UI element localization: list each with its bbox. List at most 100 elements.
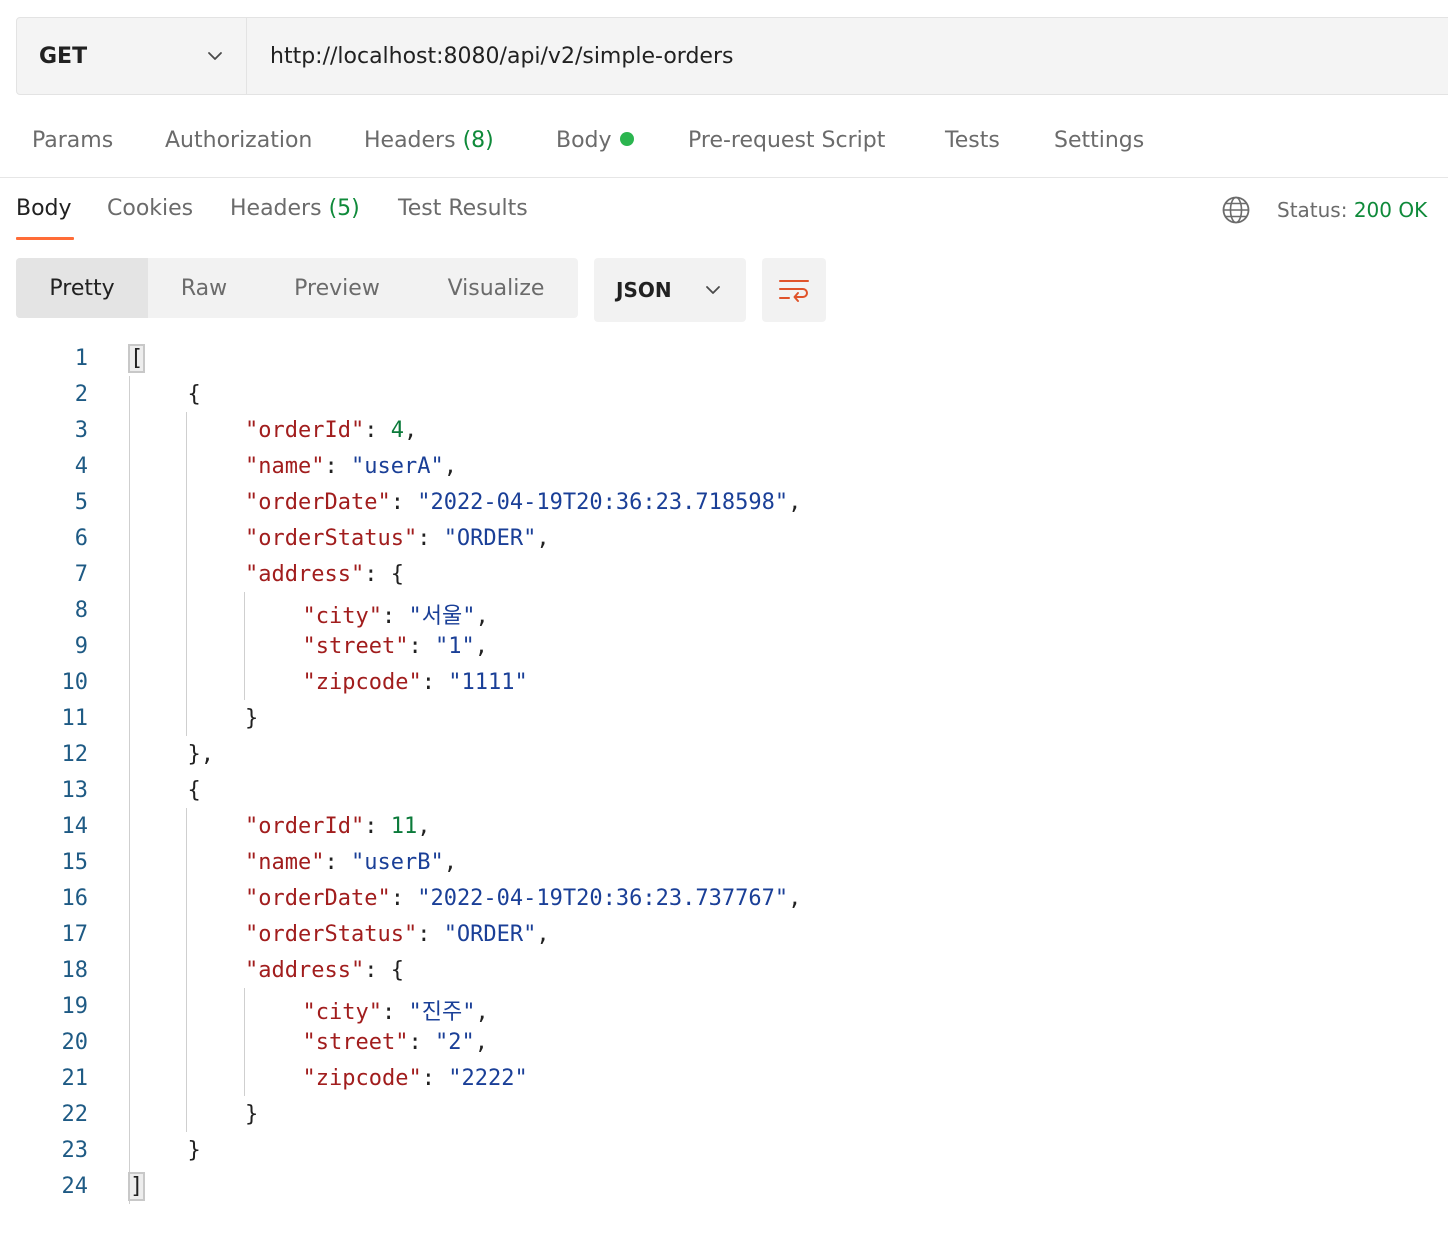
tab-label: Authorization	[165, 128, 313, 153]
view-mode-label: Preview	[294, 275, 380, 301]
tab-settings[interactable]: Settings	[1054, 128, 1144, 153]
code-text: "city": "서울",	[303, 598, 489, 630]
view-mode-visualize[interactable]: Visualize	[414, 258, 578, 318]
request-tabs: Params Authorization Headers (8) Body Pr…	[0, 110, 1448, 178]
json-string: "ORDER"	[443, 526, 537, 551]
tab-prerequest-script[interactable]: Pre-request Script	[688, 128, 885, 153]
code-text: "street": "1",	[303, 634, 488, 659]
view-mode-preview[interactable]: Preview	[260, 258, 414, 318]
method-select[interactable]: GET	[17, 18, 247, 94]
json-punct: ]	[127, 1172, 146, 1201]
code-line: 23}	[0, 1134, 1448, 1170]
json-punct: ,	[536, 526, 550, 551]
wrap-lines-button[interactable]	[762, 258, 826, 322]
json-string: "2"	[434, 1030, 475, 1055]
code-text: "orderDate": "2022-04-19T20:36:23.737767…	[245, 886, 801, 911]
code-text: "zipcode": "2222"	[303, 1066, 528, 1091]
json-punct: }	[245, 1102, 259, 1127]
code-text: "zipcode": "1111"	[303, 670, 528, 695]
code-text: "orderStatus": "ORDER",	[245, 526, 550, 551]
response-body-editor[interactable]: 1[2{3 "orderId": 4, 4 "name": "userA", 5 "ord…	[0, 342, 1448, 1222]
tab-params[interactable]: Params	[32, 128, 113, 153]
code-line: 9 "street": "1",	[0, 630, 1448, 666]
format-label: JSON	[616, 278, 672, 302]
json-punct: ,	[475, 1000, 489, 1025]
view-mode-segment: Pretty Raw Preview Visualize	[16, 258, 578, 318]
json-key: "city"	[302, 1000, 382, 1025]
json-number: 4	[390, 418, 404, 443]
code-line: 21 "zipcode": "2222"	[0, 1062, 1448, 1098]
url-text: http://localhost:8080/api/v2/simple-orde…	[270, 43, 734, 69]
line-number: 12	[61, 742, 89, 767]
code-line: 17 "orderStatus": "ORDER",	[0, 918, 1448, 954]
format-select[interactable]: JSON	[594, 258, 746, 322]
tab-label: Body	[556, 128, 612, 153]
json-punct: :	[417, 922, 444, 947]
line-number: 7	[74, 562, 88, 587]
tab-label: Pre-request Script	[688, 128, 886, 153]
json-string: "userB"	[350, 850, 444, 875]
json-punct: : {	[364, 562, 404, 587]
json-key: "zipcode"	[302, 670, 422, 695]
tab-label: Test Results	[398, 196, 528, 221]
json-punct: },	[187, 742, 215, 767]
json-number: 11	[390, 814, 418, 839]
json-punct: ,	[443, 454, 457, 479]
code-line: 20 "street": "2",	[0, 1026, 1448, 1062]
line-number: 14	[61, 814, 89, 839]
json-punct: :	[408, 634, 435, 659]
url-input[interactable]: http://localhost:8080/api/v2/simple-orde…	[247, 18, 1448, 94]
json-punct: ,	[788, 490, 802, 515]
response-status: Status: 200 OK	[1277, 198, 1427, 222]
body-indicator-dot	[619, 132, 634, 146]
code-line: 12},	[0, 738, 1448, 774]
code-line: 4 "name": "userA",	[0, 450, 1448, 486]
status-value: 200 OK	[1353, 198, 1428, 222]
response-tab-body[interactable]: Body	[16, 196, 72, 221]
json-punct: ,	[443, 850, 457, 875]
response-tabs: Body Cookies Headers (5) Test Results St…	[0, 178, 1448, 244]
tab-headers[interactable]: Headers (8)	[364, 128, 494, 153]
code-text: "orderId": 4,	[245, 418, 417, 443]
json-key: "city"	[302, 604, 382, 629]
json-string: "ORDER"	[443, 922, 537, 947]
code-text: "name": "userA",	[245, 454, 457, 479]
code-text: "orderStatus": "ORDER",	[245, 922, 550, 947]
line-number: 4	[74, 454, 88, 479]
chevron-down-icon	[208, 52, 222, 60]
line-number: 15	[61, 850, 89, 875]
view-mode-pretty[interactable]: Pretty	[16, 258, 148, 318]
json-punct: {	[187, 382, 201, 407]
json-string: "1"	[434, 634, 475, 659]
code-line: 1[	[0, 342, 1448, 378]
json-string: "2022-04-19T20:36:23.718598"	[417, 490, 789, 515]
response-tab-headers[interactable]: Headers (5)	[230, 196, 360, 221]
json-key: "name"	[245, 850, 325, 875]
response-tab-cookies[interactable]: Cookies	[107, 196, 193, 221]
json-string: "userA"	[350, 454, 444, 479]
json-punct: ,	[475, 604, 489, 629]
json-key: "street"	[302, 1030, 409, 1055]
globe-icon[interactable]	[1221, 195, 1251, 225]
code-line: 7 "address": {	[0, 558, 1448, 594]
line-number: 17	[61, 922, 89, 947]
json-key: "zipcode"	[302, 1066, 422, 1091]
json-punct: :	[421, 1066, 449, 1091]
tab-tests[interactable]: Tests	[945, 128, 1000, 153]
view-mode-raw[interactable]: Raw	[148, 258, 260, 318]
tab-body[interactable]: Body	[556, 128, 634, 153]
code-line: 16 "orderDate": "2022-04-19T20:36:23.7377…	[0, 882, 1448, 918]
json-punct: {	[187, 778, 201, 803]
json-punct: [	[127, 344, 146, 373]
tab-authorization[interactable]: Authorization	[165, 128, 312, 153]
line-number: 16	[61, 886, 89, 911]
line-number: 13	[61, 778, 89, 803]
json-punct: :	[421, 670, 449, 695]
json-string: "2222"	[448, 1066, 528, 1091]
json-punct: :	[390, 490, 418, 515]
json-punct: : {	[364, 958, 404, 983]
json-punct: ,	[403, 418, 418, 443]
response-tab-test-results[interactable]: Test Results	[398, 196, 528, 221]
code-line: 11}	[0, 702, 1448, 738]
code-line: 13 {	[0, 774, 1448, 810]
